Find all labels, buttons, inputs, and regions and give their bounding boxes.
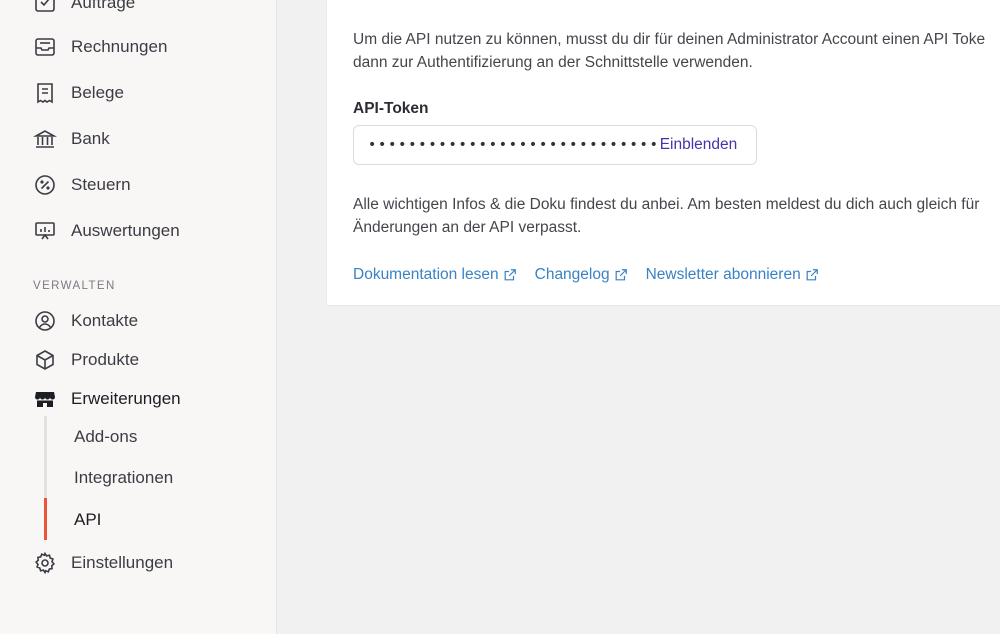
sidebar-item-erweiterungen[interactable]: Erweiterungen — [33, 384, 181, 414]
store-icon — [33, 387, 57, 411]
sidebar-item-label: Kontakte — [71, 311, 139, 330]
external-link-icon — [504, 269, 516, 281]
sidebar-item-label: Belege — [71, 83, 124, 102]
token-masked-value: ••••••••••••••••••••••••••••• — [368, 137, 660, 153]
sidebar-subitem-api[interactable]: API — [74, 510, 101, 530]
links-row: Dokumentation lesen Changelog Newsletter… — [353, 266, 819, 284]
sidebar-item-steuern[interactable]: Steuern — [33, 170, 131, 200]
sidebar-item-label: Aufträge — [71, 0, 136, 12]
documentation-link[interactable]: Dokumentation lesen — [353, 266, 517, 284]
sidebar-item-label: Bank — [71, 129, 110, 148]
newsletter-link[interactable]: Newsletter abonnieren — [646, 266, 819, 284]
sidebar-item-kontakte[interactable]: Kontakte — [33, 306, 138, 336]
sidebar-item-label: Steuern — [71, 175, 131, 194]
sidebar-item-belege[interactable]: Belege — [33, 78, 124, 108]
bank-icon — [33, 127, 57, 151]
api-intro-line-2: dann zur Authentifizierung an der Schnit… — [353, 54, 753, 71]
user-circle-icon — [33, 309, 57, 333]
sidebar-item-label: Erweiterungen — [71, 389, 181, 408]
inbox-check-icon — [33, 0, 57, 15]
gear-icon — [33, 551, 57, 575]
sidebar-item-label: Produkte — [71, 350, 140, 369]
sidebar-item-bank[interactable]: Bank — [33, 124, 110, 154]
token-field: ••••••••••••••••••••••••••••• Einblenden — [353, 125, 757, 165]
documentation-link-label: Dokumentation lesen — [353, 266, 499, 283]
sidebar-item-rechnungen[interactable]: Rechnungen — [33, 32, 167, 62]
submenu-active-indicator — [44, 498, 47, 540]
sidebar-item-einstellungen[interactable]: Einstellungen — [33, 548, 173, 578]
external-link-icon — [615, 269, 627, 281]
sidebar-item-label: Auswertungen — [71, 221, 180, 240]
sidebar: Aufträge Rechnungen Belege Bank Steuern … — [0, 0, 277, 634]
info-line-1: Alle wichtigen Infos & die Doku findest … — [353, 196, 980, 213]
token-label: API-Token — [353, 100, 429, 117]
box-icon — [33, 348, 57, 372]
changelog-link[interactable]: Changelog — [535, 266, 628, 284]
newsletter-link-label: Newsletter abonnieren — [645, 266, 801, 283]
api-card: Um die API nutzen zu können, musst du di… — [326, 0, 1000, 306]
sidebar-subitem-integrationen[interactable]: Integrationen — [74, 468, 173, 488]
info-line-2: Änderungen an der API verpasst. — [353, 219, 582, 236]
changelog-link-label: Changelog — [534, 266, 610, 283]
api-intro-line-1: Um die API nutzen zu können, musst du di… — [353, 31, 986, 48]
external-link-icon — [806, 269, 818, 281]
sidebar-item-label: Einstellungen — [71, 553, 174, 572]
inbox-icon — [33, 35, 57, 59]
sidebar-item-auftraege[interactable]: Aufträge — [33, 0, 135, 18]
percent-circle-icon — [33, 173, 57, 197]
receipt-icon — [33, 81, 57, 105]
sidebar-item-auswertungen[interactable]: Auswertungen — [33, 216, 180, 246]
sidebar-item-label: Rechnungen — [71, 37, 168, 56]
sidebar-subitem-addons[interactable]: Add-ons — [74, 427, 137, 447]
presentation-chart-icon — [33, 219, 57, 243]
sidebar-item-produkte[interactable]: Produkte — [33, 345, 139, 375]
section-label-verwalten: VERWALTEN — [33, 280, 116, 292]
reveal-token-button[interactable]: Einblenden — [660, 136, 738, 154]
